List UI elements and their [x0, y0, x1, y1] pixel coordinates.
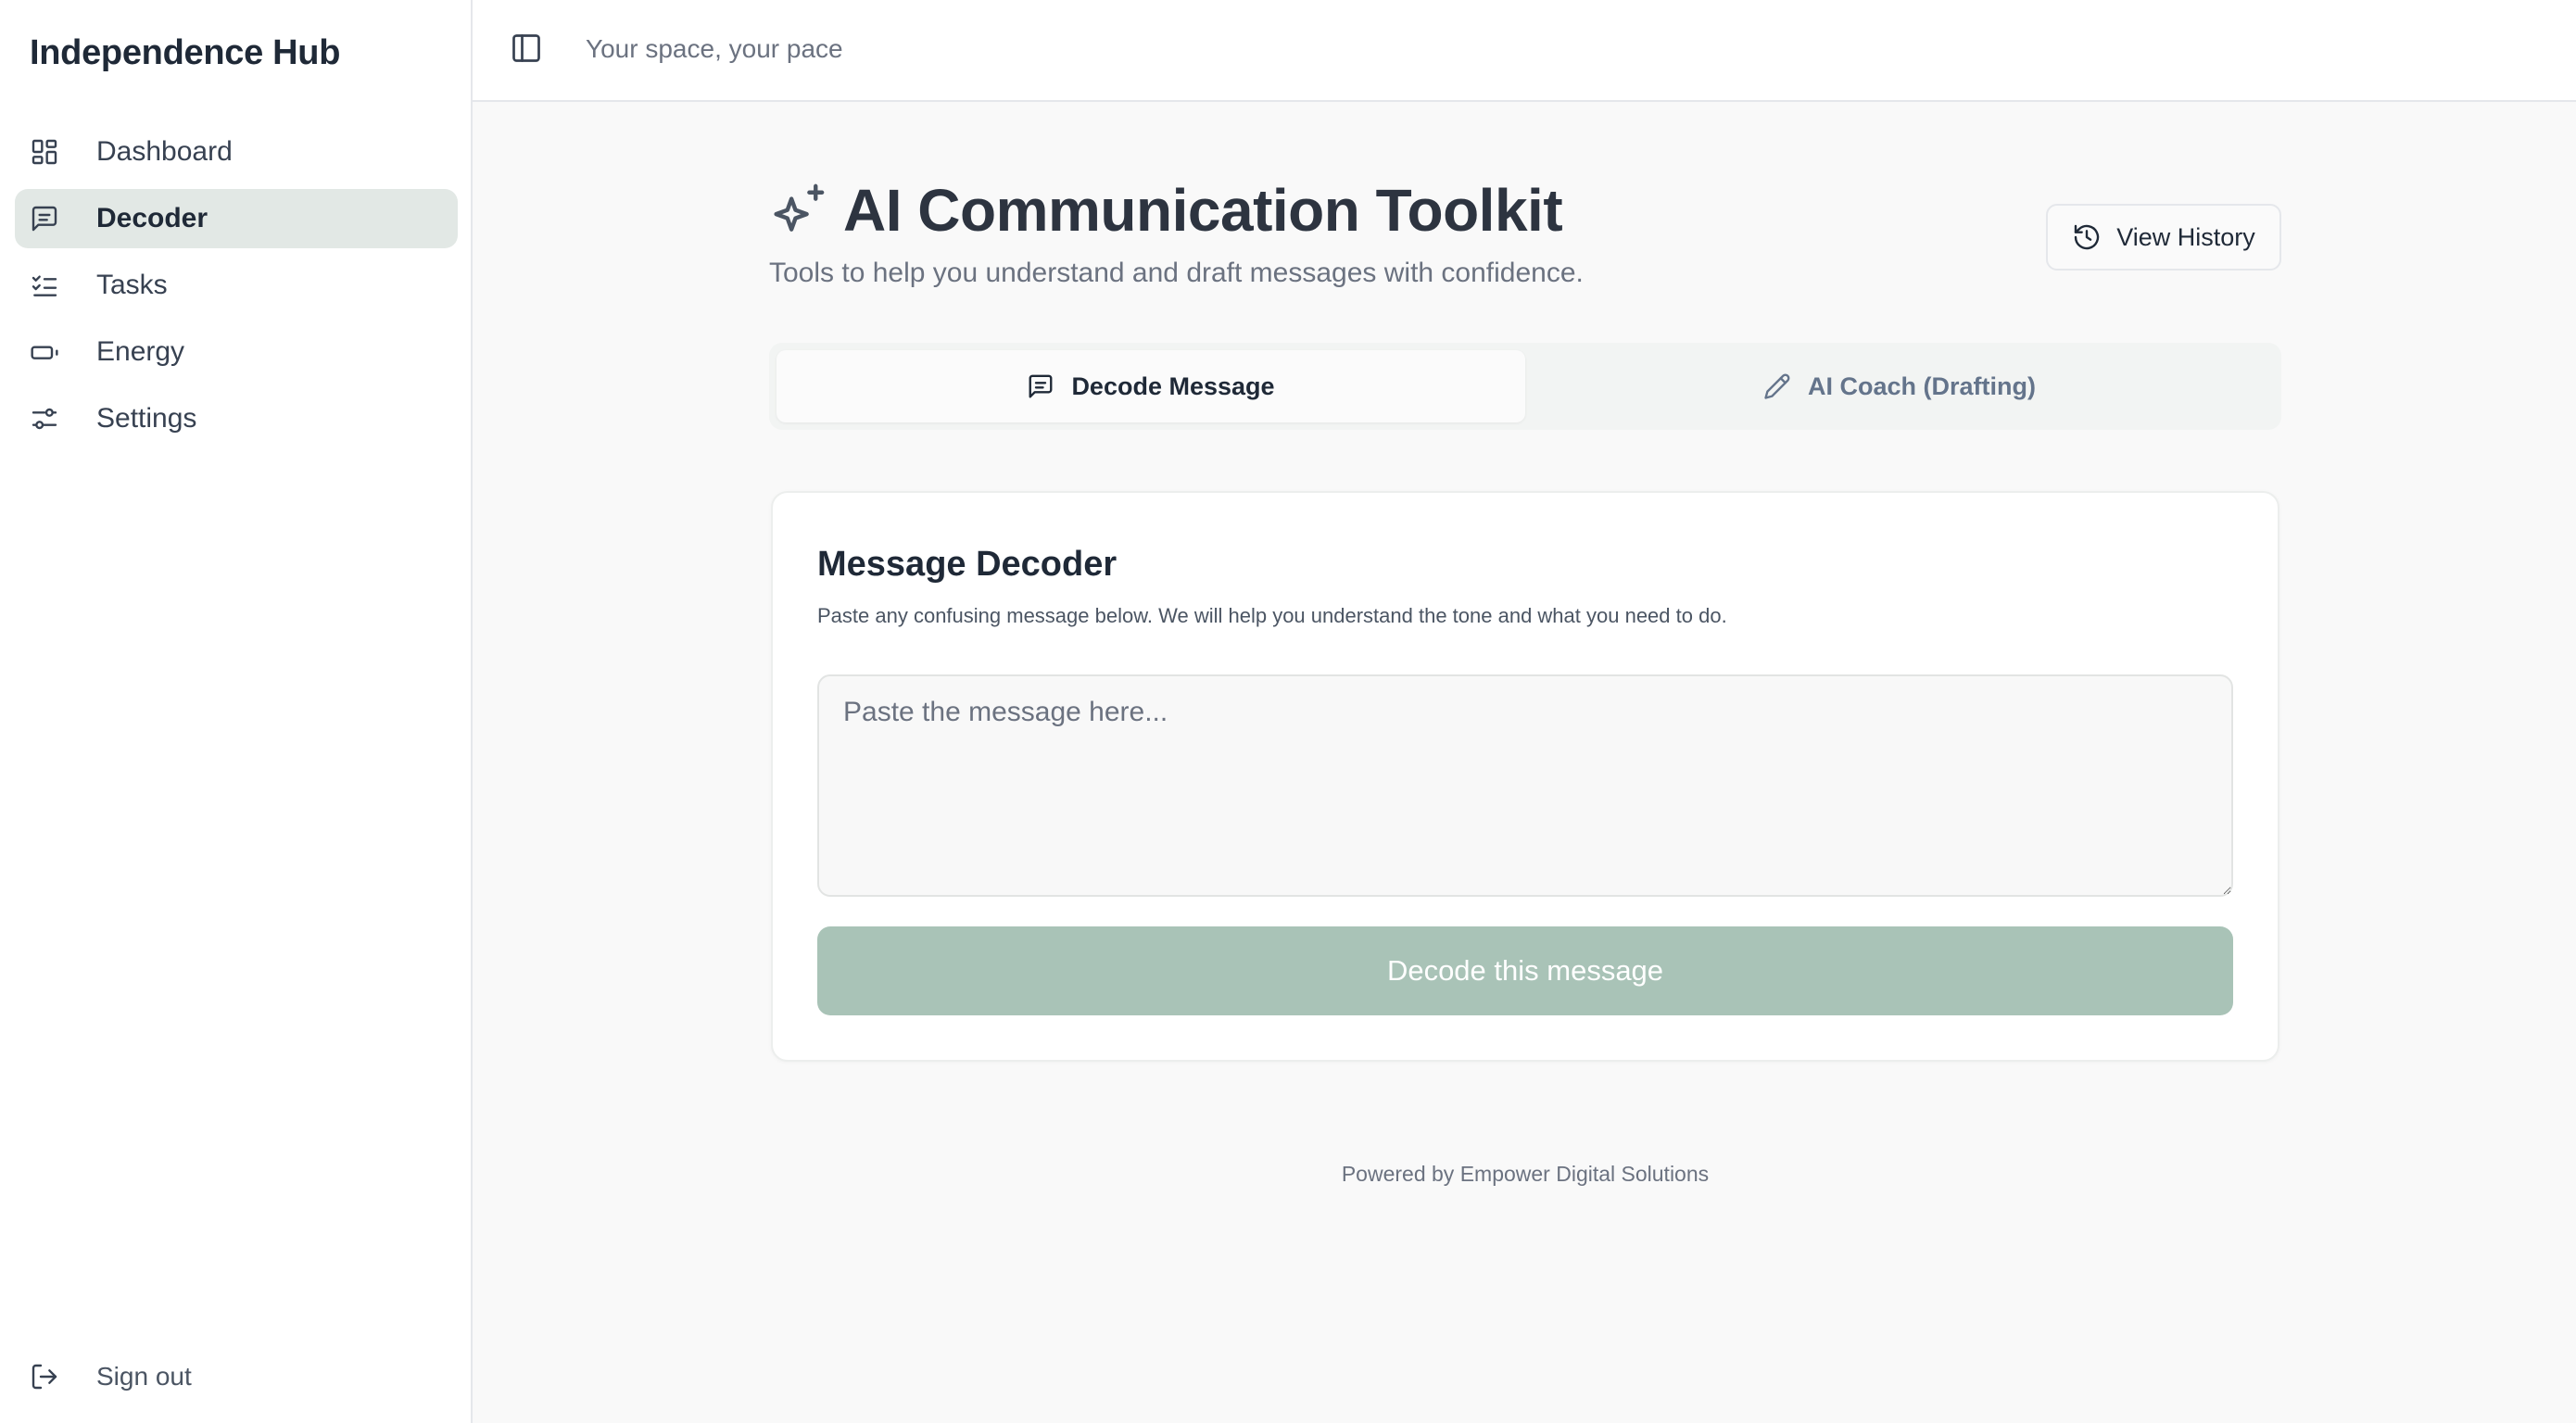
view-history-label: View History	[2116, 222, 2255, 251]
page-title: AI Communication Toolkit	[843, 177, 1563, 244]
sign-out-button[interactable]: Sign out	[15, 1347, 458, 1406]
sidebar: Independence Hub Dashboard Decoder Tasks…	[0, 0, 473, 1423]
sidebar-item-settings[interactable]: Settings	[15, 389, 458, 448]
card-title: Message Decoder	[817, 545, 1118, 584]
card-description: Paste any confusing message below. We wi…	[817, 604, 1727, 627]
toolkit-tabs: Decode Message AI Coach (Drafting)	[769, 343, 2281, 430]
dashboard-icon	[30, 137, 59, 167]
battery-icon	[30, 337, 59, 367]
sidebar-item-energy[interactable]: Energy	[15, 322, 458, 382]
sign-out-label: Sign out	[96, 1362, 192, 1391]
message-square-icon	[30, 204, 59, 233]
sidebar-nav: Dashboard Decoder Tasks Energy Settings	[15, 122, 458, 456]
top-bar: Your space, your pace	[473, 0, 2576, 102]
brand-title: Independence Hub	[30, 33, 341, 72]
sidebar-item-decoder[interactable]: Decoder	[15, 189, 458, 248]
sparkles-icon	[767, 180, 828, 241]
sidebar-item-label: Dashboard	[96, 136, 233, 167]
sliders-icon	[30, 404, 59, 434]
page-subtitle: Tools to help you understand and draft m…	[769, 258, 1584, 288]
list-checks-icon	[30, 271, 59, 300]
log-out-icon	[30, 1362, 59, 1392]
tab-decode-message[interactable]: Decode Message	[777, 350, 1525, 422]
footer-credit: Powered by Empower Digital Solutions	[1341, 1162, 1710, 1186]
view-history-button[interactable]: View History	[2046, 204, 2281, 271]
tab-label: Decode Message	[1071, 371, 1275, 400]
sidebar-toggle-icon	[510, 31, 543, 65]
tab-label: AI Coach (Drafting)	[1808, 371, 2036, 400]
sidebar-item-label: Settings	[96, 403, 197, 434]
tab-ai-coach[interactable]: AI Coach (Drafting)	[1525, 350, 2274, 422]
sidebar-item-label: Energy	[96, 336, 185, 367]
decode-message-button[interactable]: Decode this message	[817, 926, 2233, 1015]
tagline: Your space, your pace	[586, 34, 843, 63]
sidebar-item-tasks[interactable]: Tasks	[15, 256, 458, 315]
pencil-icon	[1763, 372, 1791, 400]
message-decoder-card: Message Decoder Paste any confusing mess…	[771, 491, 2279, 1062]
message-input[interactable]	[817, 674, 2233, 897]
sidebar-item-label: Tasks	[96, 270, 168, 300]
sidebar-toggle-button[interactable]	[510, 31, 543, 65]
history-icon	[2072, 222, 2102, 252]
sidebar-item-dashboard[interactable]: Dashboard	[15, 122, 458, 182]
sidebar-item-label: Decoder	[96, 203, 208, 233]
message-square-icon	[1027, 372, 1054, 400]
